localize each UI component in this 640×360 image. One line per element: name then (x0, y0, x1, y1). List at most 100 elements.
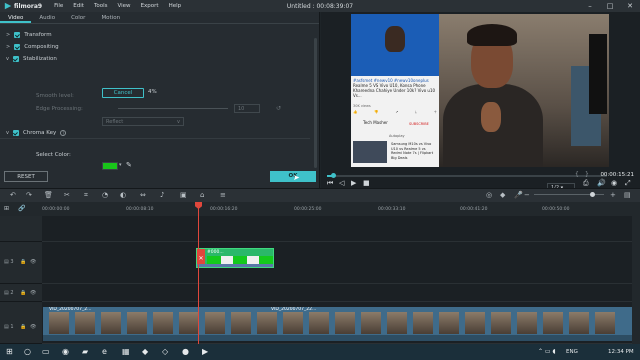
undo-icon[interactable]: ↶ (10, 191, 16, 199)
track-2-label: ▤ 2 (4, 290, 14, 296)
step-back-icon[interactable]: ◁ (339, 179, 344, 187)
stabilization-cancel-button[interactable]: Cancel (102, 88, 144, 98)
edge-icon[interactable]: e (102, 347, 107, 356)
app-icon[interactable]: ● (182, 347, 189, 356)
fit-icon[interactable]: ▤ (624, 191, 631, 199)
voiceover-icon[interactable]: 🎤 (514, 191, 523, 199)
marker-icon[interactable]: ◆ (500, 191, 505, 199)
crop-icon[interactable]: ⌗ (84, 191, 88, 200)
tab-color[interactable]: Color (63, 12, 93, 23)
lock-icon[interactable]: 🔒 (20, 290, 26, 296)
track-lane-3[interactable] (42, 242, 632, 284)
track-lane-2[interactable] (42, 284, 632, 302)
eye-icon[interactable]: 👁 (30, 290, 36, 296)
panel-scrollbar[interactable] (314, 38, 317, 168)
stop-icon[interactable]: ■ (363, 179, 370, 187)
clip-thumbnail (361, 312, 381, 334)
timeline-scrollbar[interactable] (632, 216, 640, 344)
zoom-in-icon[interactable]: + (610, 191, 616, 199)
menu-edit[interactable]: Edit (73, 3, 84, 9)
filmora-taskbar-icon[interactable]: ▶ (202, 347, 208, 356)
adjust-icon[interactable]: ≡ (220, 191, 226, 199)
mark-in-icon[interactable]: { (575, 171, 579, 178)
eyedropper-icon[interactable]: ✎ (126, 161, 132, 169)
chroma-key-checkbox[interactable] (12, 130, 19, 136)
lock-icon[interactable]: 🔒 (20, 324, 26, 330)
maximize-icon[interactable]: □ (600, 0, 620, 12)
skip-back-icon[interactable]: ⏮ (327, 179, 333, 188)
add-track-icon[interactable]: ⊞ (4, 205, 9, 212)
menu-tools[interactable]: Tools (94, 3, 108, 9)
cut-icon[interactable]: ✂ (64, 191, 70, 199)
eye-icon[interactable]: 👁 (30, 259, 36, 265)
stabilization-checkbox[interactable] (12, 56, 19, 62)
reset-button[interactable]: RESET (4, 171, 48, 182)
stabilize-icon[interactable]: ⌂ (200, 191, 204, 199)
task-view-icon[interactable]: ▭ (42, 347, 50, 356)
zoom-out-icon[interactable]: − (524, 191, 530, 199)
tab-audio[interactable]: Audio (31, 12, 63, 23)
render-icon[interactable]: ◎ (486, 191, 492, 199)
search-icon[interactable]: ○ (24, 347, 31, 356)
green-screen-icon[interactable]: ▣ (180, 191, 187, 199)
preview-progress-knob[interactable] (330, 173, 336, 178)
audio-icon[interactable]: ♪ (160, 191, 164, 199)
compositing-checkbox[interactable] (14, 44, 21, 50)
phone-video-title: #asfsmet #newv10 #newv10oneplus Realme 5… (353, 78, 437, 98)
link-icon[interactable]: 🔗 (18, 205, 25, 212)
speed-icon[interactable]: ◔ (102, 191, 108, 199)
menu-file[interactable]: File (54, 3, 63, 9)
lock-icon[interactable]: 🔒 (20, 259, 26, 265)
fullscreen-icon[interactable]: ⤢ (625, 179, 631, 188)
color-icon[interactable]: ◐ (120, 191, 126, 199)
tray-icons[interactable]: ⌃ ▭ ◖ (538, 348, 556, 355)
minimize-icon[interactable]: – (580, 0, 600, 12)
chevron-down-icon[interactable]: ▾ (119, 162, 122, 168)
main-video-clip[interactable]: VID_20200707_2... VID_20200707_22... (43, 307, 632, 335)
menu-help[interactable]: Help (169, 3, 182, 9)
mark-out-icon[interactable]: } (585, 171, 589, 178)
snapshot-icon[interactable]: ⎙ (583, 179, 589, 188)
phone-actions: 👍 👎 ↗ ⤓ ＋ (353, 110, 437, 115)
help-icon[interactable]: ? (60, 130, 67, 136)
windows-start-icon[interactable]: ⊞ (6, 347, 13, 356)
language-indicator[interactable]: ENG (566, 349, 578, 355)
tab-video[interactable]: Video (0, 12, 32, 23)
save-icon: ＋ (433, 110, 437, 114)
section-chroma-key[interactable]: v Chroma Key ? (6, 130, 67, 136)
clock[interactable]: 12:34 PM (608, 349, 634, 355)
redo-icon[interactable]: ↷ (26, 191, 32, 199)
app-icon[interactable]: ◆ (142, 347, 148, 356)
menu-export[interactable]: Export (141, 3, 159, 9)
close-icon[interactable]: ✕ (620, 0, 640, 12)
tab-motion[interactable]: Motion (93, 12, 128, 23)
camera-icon[interactable]: ◉ (611, 179, 617, 187)
file-explorer-icon[interactable]: ▰ (82, 347, 88, 356)
split-icon[interactable]: ⇔ (140, 191, 146, 199)
section-compositing[interactable]: > Compositing (6, 44, 59, 50)
play-icon[interactable]: ▶ (351, 179, 356, 187)
app-icon[interactable]: ◇ (162, 347, 168, 356)
delete-icon[interactable]: 🗑 (44, 191, 53, 199)
eye-icon[interactable]: 👁 (30, 324, 36, 330)
volume-icon[interactable]: 🔊 (597, 179, 606, 187)
smooth-level-slider[interactable] (118, 108, 228, 109)
edge-processing-select[interactable]: Reflect v (102, 117, 184, 126)
section-stabilization[interactable]: v Stabilization (6, 56, 57, 62)
green-screen-clip[interactable]: #000... ✕ (196, 248, 274, 268)
zoom-slider-knob[interactable] (590, 192, 595, 197)
transform-checkbox[interactable] (14, 32, 21, 38)
reset-icon[interactable]: ↺ (276, 105, 281, 112)
chroma-color-swatch[interactable] (102, 162, 118, 170)
timeline-ruler[interactable]: 00:00:00:00 00:00:08:10 00:00:16:20 00:0… (42, 202, 632, 216)
phone-title: Realme 5 VS Vivo U10, Konsa Phone Kharee… (353, 83, 436, 98)
section-transform[interactable]: > Transform (6, 32, 52, 38)
menu-view[interactable]: View (118, 3, 131, 9)
smooth-level-value[interactable]: 10 (234, 104, 260, 113)
track-lane-empty[interactable] (42, 216, 632, 242)
store-icon[interactable]: ▦ (122, 347, 130, 356)
playhead[interactable] (198, 204, 199, 344)
download-icon: ⤓ (415, 110, 417, 114)
chrome-icon[interactable]: ◉ (62, 347, 69, 356)
preview-progress-bar[interactable] (327, 173, 607, 178)
